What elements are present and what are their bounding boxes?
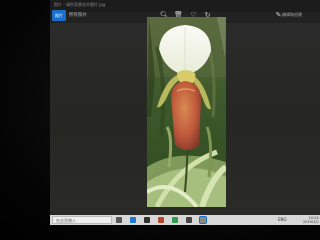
app-icon-green[interactable]: [172, 217, 178, 223]
explorer-icon[interactable]: [144, 217, 150, 223]
app-badge[interactable]: 照片: [52, 10, 66, 21]
taskbar: 在这里输入 ENG 10:24 2019/3/2: [50, 215, 320, 225]
task-view-icon[interactable]: [116, 217, 122, 223]
edge-icon[interactable]: [130, 217, 136, 223]
screen: 照片 - 绿色背景花卉图片.jpg 照片 所有照片 🔍︎ 🗑︎ ♡ ↻ ✎ 编辑…: [50, 0, 320, 225]
photos-taskbar-icon[interactable]: [199, 216, 207, 224]
tray-language[interactable]: ENG: [278, 217, 287, 222]
clock-date: 2019/3/2: [303, 220, 319, 224]
app-icon-dark[interactable]: [186, 217, 192, 223]
app-icon-red[interactable]: [158, 217, 164, 223]
clock[interactable]: 10:24 2019/3/2: [303, 216, 319, 224]
edit-create-label[interactable]: 编辑和创建: [282, 12, 302, 18]
breadcrumb[interactable]: 所有照片: [69, 12, 87, 18]
taskbar-search-input[interactable]: 在这里输入: [52, 216, 112, 224]
photo-viewer: [50, 17, 320, 215]
orchid-photo[interactable]: [147, 17, 226, 207]
